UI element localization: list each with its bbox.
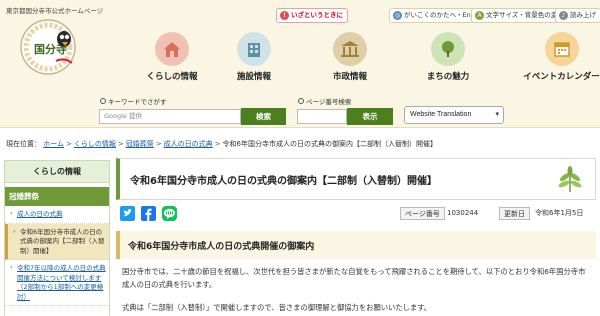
globe-icon: ◎ — [393, 11, 402, 20]
search-icon — [100, 98, 106, 104]
search-icon — [298, 98, 304, 104]
section-title: 令和6年国分寺市成人の日の式典開催の御案内 — [128, 242, 315, 252]
page-title: 令和6年国分寺市成人の日の式典の御案内【二部制（入替制）開催】 — [130, 176, 437, 187]
keyword-search-button[interactable]: 検索 — [241, 108, 286, 125]
page-caption-text: ページ番号検索 — [306, 98, 352, 106]
page-number-caption: ページ番号検索 — [298, 96, 351, 106]
breadcrumb-separator: > — [214, 140, 221, 148]
body-paragraph-intro: 国分寺市では、二十歳の節目を祝福し、次世代を担う皆さまが新たな自覚をもって飛躍さ… — [122, 267, 586, 289]
alert-icon: ! — [280, 11, 289, 20]
facebook-share-button[interactable] — [141, 206, 156, 221]
speaker-icon: ♪ — [559, 11, 568, 20]
nav-living-info[interactable]: くらしの情報 — [141, 32, 203, 92]
nav-city-admin-info[interactable]: 市政情報 — [320, 32, 380, 92]
emergency-label: いざというときに — [291, 11, 343, 19]
keyword-search-input[interactable]: Google 提供 — [99, 109, 241, 124]
nav-event-calendar[interactable]: イベントカレンダー — [523, 32, 600, 92]
breadcrumb-prefix: 現在位置： — [6, 140, 41, 148]
twitter-share-button[interactable] — [120, 206, 135, 221]
nav-label: 施設情報 — [236, 72, 271, 82]
breadcrumb-separator: > — [117, 140, 124, 148]
nav-label: 市政情報 — [332, 72, 367, 82]
updated-date: 令和6年1月5日 — [535, 209, 584, 217]
leaf-icon — [558, 166, 582, 192]
building-icon — [237, 32, 271, 66]
page-number-button[interactable]: 表示 — [347, 108, 393, 125]
page-number-value: 1030244 — [447, 209, 479, 217]
site-logo[interactable]: 国分寺 — [12, 17, 84, 79]
breadcrumb-coming-of-age[interactable]: 成人の日の式典 — [164, 140, 213, 148]
page-number-input[interactable] — [297, 109, 347, 124]
breadcrumb-current: 令和6年国分寺市成人の日の式典の御案内【二部制（入替制）開催】 — [222, 140, 437, 148]
twitter-icon — [123, 209, 132, 217]
body-paragraph-format: 式典は「二部制（入替制）」で開催しますので、皆さまの御理解と御協力をお願いいたし… — [122, 303, 432, 312]
sidebar-item-current[interactable]: 令和6年国分寺市成人の日の式典の御案内【二部制（入替制）開催】 — [5, 223, 109, 260]
nav-city-charm[interactable]: まちの魅力 — [413, 32, 483, 92]
city-hall-icon — [333, 32, 367, 66]
breadcrumb-separator: > — [66, 140, 72, 148]
page-title-box: 令和6年国分寺市成人の日の式典の御案内【二部制（入替制）開催】 — [116, 158, 596, 200]
nav-label: まちの魅力 — [426, 72, 470, 82]
breadcrumb-ceremonies[interactable]: 冠婚葬祭 — [126, 140, 154, 148]
sidebar-item-future-ceremony[interactable]: 令和7年以降の成人の日の式典開催方法について検討します（2部制から1部制への変更… — [5, 260, 109, 306]
read-aloud-button[interactable]: ♪ 読み上げ — [555, 8, 600, 23]
facebook-icon — [145, 208, 152, 221]
updated-label: 更新日 — [499, 207, 530, 220]
text-size-color-label: 文字サイズ・背景色の変更 — [486, 11, 564, 19]
site-header: 東京都国分寺市公式ホームページ 国分寺 ! いざというときに ◎ がいこくのかた… — [0, 0, 600, 94]
sidebar: くらしの情報 冠婚葬祭 成人の日の式典 令和6年国分寺市成人の日の式典の御案内【… — [4, 160, 110, 316]
sidebar-item-coming-of-age[interactable]: 成人の日の式典 — [5, 206, 109, 224]
nav-label: イベントカレンダー — [523, 72, 600, 82]
nav-facility-info[interactable]: 施設情報 — [224, 32, 284, 92]
nav-label: くらしの情報 — [146, 72, 198, 82]
tree-icon — [431, 32, 465, 66]
breadcrumb-home[interactable]: ホーム — [43, 140, 64, 148]
emergency-button[interactable]: ! いざというときに — [276, 8, 348, 23]
breadcrumb: 現在位置： ホーム > くらしの情報 > 冠婚葬祭 > 成人の日の式典 > 令和6年国分寺市成人… — [6, 139, 437, 149]
line-share-button[interactable] — [162, 206, 177, 221]
read-aloud-label: 読み上げ — [570, 11, 596, 19]
page-number-label: ページ番号 — [400, 207, 445, 220]
calendar-icon — [544, 32, 579, 66]
line-icon — [164, 208, 175, 219]
breadcrumb-separator: > — [155, 140, 162, 148]
translation-select[interactable]: Website Translation — [404, 106, 504, 124]
house-icon — [155, 32, 189, 66]
keyword-caption-text: キーワードでさがす — [108, 98, 167, 106]
text-size-icon: A — [475, 11, 484, 20]
section-header: 令和6年国分寺市成人の日の式典開催の御案内 — [116, 231, 596, 259]
sidebar-category[interactable]: 冠婚葬祭 — [5, 187, 109, 206]
sidebar-header[interactable]: くらしの情報 — [5, 161, 109, 183]
site-caption: 東京都国分寺市公式ホームページ — [6, 7, 104, 15]
breadcrumb-living[interactable]: くらしの情報 — [74, 140, 116, 148]
keyword-search-caption: キーワードでさがす — [100, 96, 167, 106]
